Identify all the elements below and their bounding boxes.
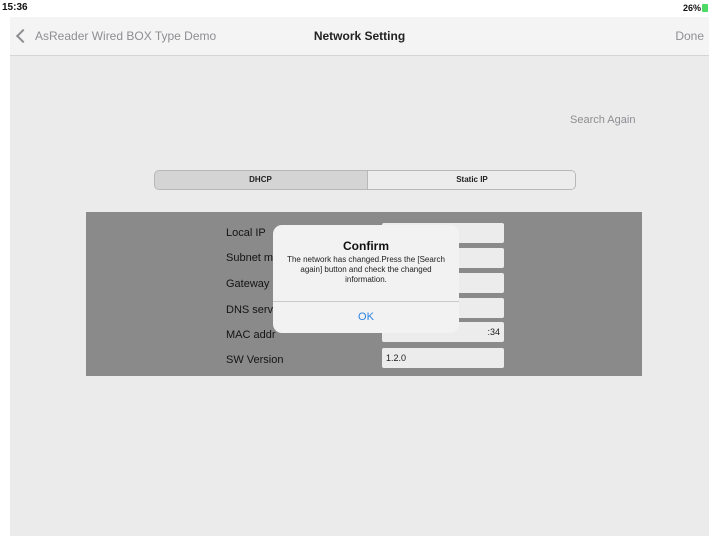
segment-dhcp[interactable]: DHCP [155, 171, 366, 189]
search-again-button[interactable]: Search Again [570, 114, 635, 126]
dialog-message: The network has changed.Press the [Searc… [287, 255, 445, 284]
sw-version-value: 1.2.0 [386, 353, 407, 363]
dns-server-label: DNS serv [226, 304, 274, 316]
dialog-title: Confirm [343, 239, 389, 253]
battery-charging-icon [702, 4, 708, 12]
left-edge-strip [0, 17, 10, 536]
mac-address-value: :34 [487, 327, 500, 337]
done-button[interactable]: Done [675, 29, 704, 43]
segment-static-ip[interactable]: Static IP [367, 171, 575, 189]
battery-percentage: 26% [682, 3, 701, 13]
local-ip-label: Local IP [226, 227, 266, 239]
mac-address-label: MAC addr [226, 329, 276, 341]
confirm-dialog: Confirm The network has changed.Press th… [273, 225, 459, 333]
subnet-mask-label: Subnet m [226, 252, 274, 264]
status-time: 15:36 [2, 2, 28, 13]
navigation-bar: AsReader Wired BOX Type Demo Network Set… [10, 17, 709, 56]
sw-version-field: 1.2.0 [382, 348, 504, 368]
page-title: Network Setting [313, 29, 406, 43]
ip-mode-segmented-control: DHCP Static IP [154, 170, 576, 190]
status-bar: 15:36 26% [0, 0, 709, 17]
sw-version-label: SW Version [226, 354, 284, 366]
ok-button[interactable]: OK [273, 302, 459, 333]
gateway-label: Gateway [226, 278, 270, 290]
app-screen: 15:36 26% AsReader Wired BOX Type Demo N… [0, 0, 709, 536]
